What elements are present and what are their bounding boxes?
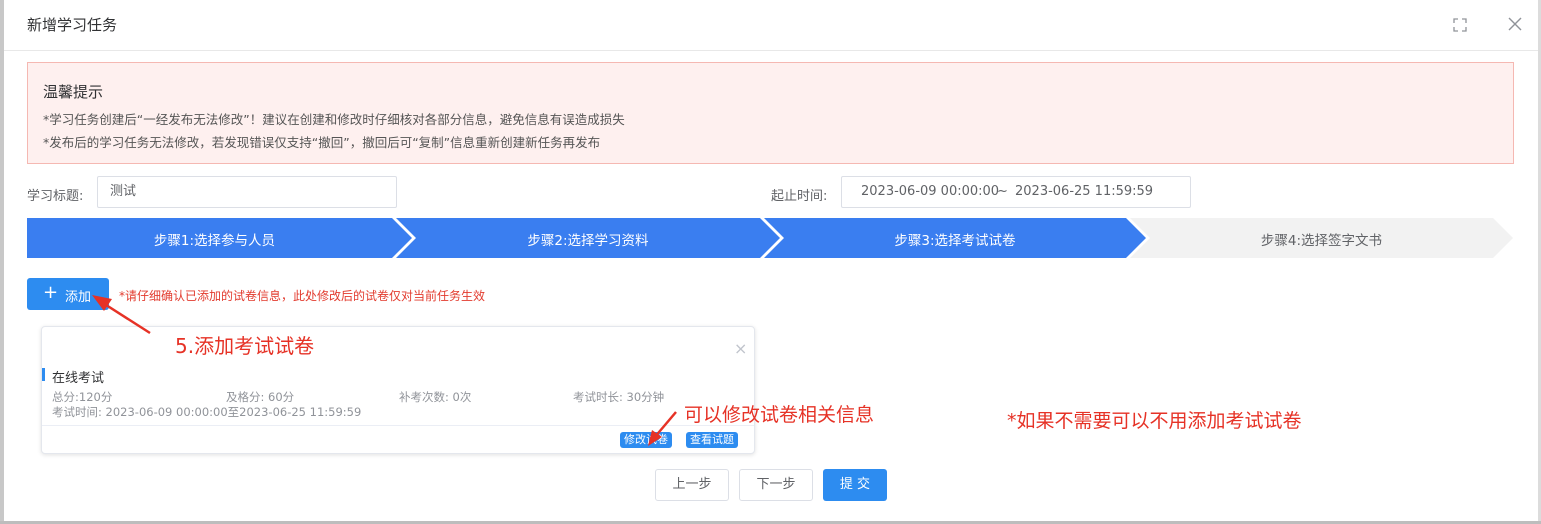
view-questions-button[interactable]: 查看试题: [686, 432, 738, 448]
add-button-label: 添加: [65, 290, 92, 305]
annotation-add-exam: 5.添加考试试卷: [175, 334, 315, 358]
exam-pass-score: 及格分: 60分: [226, 390, 295, 404]
exam-time: 考试时间: 2023-06-09 00:00:00至2023-06-25 11:…: [52, 405, 362, 419]
exam-name: 在线考试: [52, 371, 105, 386]
dialog-header: 新增学习任务: [4, 0, 1538, 51]
notice-line-1: *学习任务创建后“一经发布无法修改”！建议在创建和修改时仔细核对各部分信息，避免…: [43, 112, 625, 127]
step-2[interactable]: 步骤2:选择学习资料: [406, 229, 770, 249]
maximize-icon[interactable]: [1451, 16, 1469, 34]
prev-step-button[interactable]: 上一步: [655, 469, 729, 501]
exam-card: × 在线考试 总分:120分 及格分: 60分 补考次数: 0次 考试时长: 3…: [41, 326, 755, 454]
notice-line-2: *发布后的学习任务无法修改，若发现错误仅支持“撤回”，撤回后可“复制”信息重新创…: [43, 135, 601, 150]
annotation-optional: *如果不需要可以不用添加考试试卷: [1007, 410, 1302, 432]
step-progress-bar: 步骤1:选择参与人员 步骤2:选择学习资料 步骤3:选择考试试卷 步骤4:选择签…: [27, 218, 1517, 258]
exam-makeup-count: 补考次数: 0次: [399, 390, 472, 404]
annotation-edit-exam: 可以修改试卷相关信息: [684, 404, 875, 426]
edit-exam-button[interactable]: 修改试卷: [620, 432, 672, 448]
card-close-icon[interactable]: ×: [734, 339, 747, 358]
notice-title: 温馨提示: [43, 83, 104, 101]
window-edge-left: [0, 0, 4, 524]
study-title-input[interactable]: 测试: [97, 176, 397, 208]
time-separator: ~: [997, 184, 1008, 199]
plus-icon: +: [43, 282, 59, 303]
card-accent-bar: [42, 368, 45, 381]
step-3[interactable]: 步骤3:选择考试试卷: [774, 229, 1136, 249]
study-title-label: 学习标题:: [27, 189, 84, 204]
dialog-title: 新增学习任务: [27, 16, 118, 34]
add-hint-text: *请仔细确认已添加的试卷信息，此处修改后的试卷仅对当前任务生效: [119, 289, 486, 303]
next-step-button[interactable]: 下一步: [739, 469, 813, 501]
exam-duration: 考试时长: 30分钟: [573, 390, 665, 404]
card-divider: [42, 425, 754, 426]
time-range-label: 起止时间:: [771, 189, 828, 204]
time-start-value: 2023-06-09 00:00:00: [861, 184, 1000, 199]
exam-total-score: 总分:120分: [52, 390, 113, 404]
time-end-value: 2023-06-25 11:59:59: [1015, 184, 1154, 199]
close-icon[interactable]: [1505, 14, 1525, 34]
time-range-input[interactable]: 2023-06-09 00:00:00 ~ 2023-06-25 11:59:5…: [841, 176, 1191, 208]
submit-button[interactable]: 提 交: [823, 469, 887, 501]
step-4[interactable]: 步骤4:选择签字文书: [1140, 229, 1503, 249]
warning-notice: 温馨提示 *学习任务创建后“一经发布无法修改”！建议在创建和修改时仔细核对各部分…: [27, 62, 1514, 164]
add-exam-button[interactable]: + 添加: [27, 278, 109, 310]
step-1[interactable]: 步骤1:选择参与人员: [27, 229, 402, 249]
